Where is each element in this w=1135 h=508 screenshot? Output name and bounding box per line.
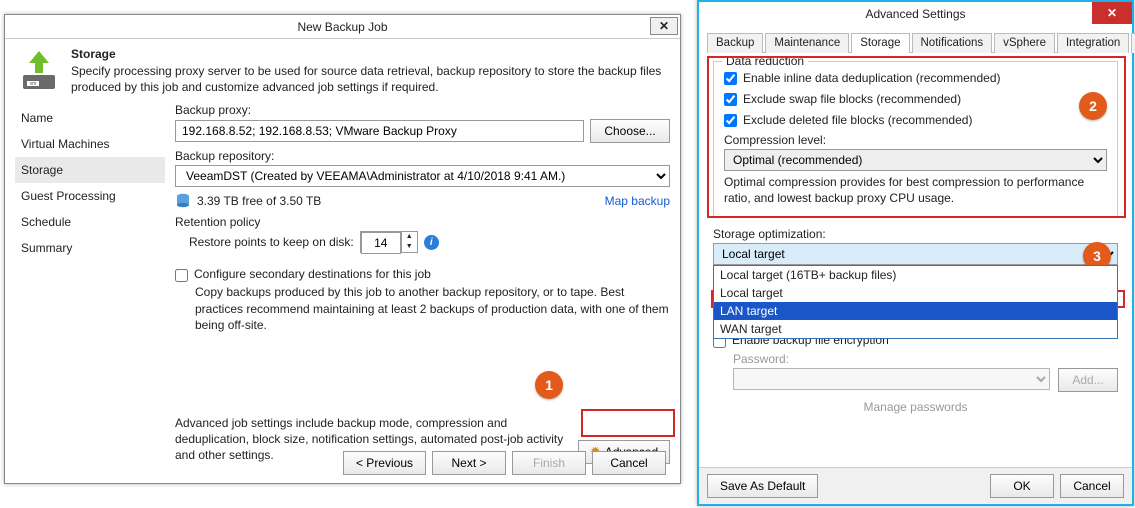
retention-label: Retention policy: [175, 215, 670, 229]
storage-opt-dropdown[interactable]: Local target Local target (16TB+ backup …: [713, 243, 1118, 265]
settings-tabs: BackupMaintenanceStorageNotificationsvSp…: [707, 32, 1124, 53]
next-button[interactable]: Next >: [432, 451, 506, 475]
backup-proxy-input[interactable]: [175, 120, 584, 142]
storage-panel: Data reduction Enable inline data dedupl…: [699, 53, 1132, 422]
close-button[interactable]: ✕: [1092, 2, 1132, 24]
tab-vsphere[interactable]: vSphere: [994, 33, 1055, 53]
storage-opt-option[interactable]: WAN target: [714, 320, 1117, 338]
finish-button[interactable]: Finish: [512, 451, 586, 475]
sidebar-item-name[interactable]: Name: [15, 105, 165, 131]
annotation-badge-1: 1: [535, 371, 563, 399]
wizard-sidebar: NameVirtual MachinesStorageGuest Process…: [15, 103, 165, 439]
tab-backup[interactable]: Backup: [707, 33, 763, 53]
backup-proxy-label: Backup proxy:: [175, 103, 670, 117]
backup-repo-select[interactable]: VeeamDST (Created by VEEAMA\Administrato…: [175, 165, 670, 187]
spinner-down-icon[interactable]: ▼: [402, 242, 417, 252]
wizard-footer: < Previous Next > Finish Cancel: [343, 451, 666, 475]
new-backup-job-window: New Backup Job ✕ vm Storage Specify proc…: [4, 14, 681, 484]
swap-checkbox[interactable]: [724, 93, 737, 106]
backup-repo-label: Backup repository:: [175, 149, 670, 163]
database-icon: [175, 193, 191, 209]
compression-select[interactable]: Optimal (recommended): [724, 149, 1107, 171]
close-button[interactable]: ✕: [650, 17, 678, 35]
password-label: Password:: [713, 352, 1118, 366]
titlebar: New Backup Job ✕: [5, 15, 680, 39]
compression-label: Compression level:: [724, 133, 1107, 147]
cancel-button[interactable]: Cancel: [592, 451, 666, 475]
restore-points-input[interactable]: ▲▼: [360, 231, 418, 253]
sidebar-item-storage[interactable]: Storage: [15, 157, 165, 183]
secondary-dest-checkbox[interactable]: [175, 269, 188, 282]
secondary-dest-label: Configure secondary destinations for thi…: [194, 267, 431, 281]
sidebar-item-summary[interactable]: Summary: [15, 235, 165, 261]
cancel-button[interactable]: Cancel: [1060, 474, 1124, 498]
sidebar-item-schedule[interactable]: Schedule: [15, 209, 165, 235]
add-password-button: Add...: [1058, 368, 1118, 392]
storage-form: Backup proxy: Choose... Backup repositor…: [165, 103, 670, 439]
sidebar-item-virtual-machines[interactable]: Virtual Machines: [15, 131, 165, 157]
page-title: Storage: [71, 47, 670, 61]
dialog-footer: Save As Default OK Cancel: [699, 467, 1132, 504]
window-title: New Backup Job: [297, 20, 387, 34]
svg-text:vm: vm: [30, 81, 37, 87]
swap-label: Exclude swap file blocks (recommended): [743, 92, 961, 106]
titlebar: Advanced Settings ✕: [699, 2, 1132, 26]
map-backup-link[interactable]: Map backup: [605, 194, 670, 208]
storage-opt-option[interactable]: Local target: [714, 284, 1117, 302]
previous-button[interactable]: < Previous: [343, 451, 426, 475]
data-reduction-group: Data reduction Enable inline data dedupl…: [713, 61, 1118, 217]
tab-integration[interactable]: Integration: [1057, 33, 1129, 53]
password-select: [733, 368, 1050, 390]
storage-wizard-icon: vm: [15, 47, 63, 95]
save-default-button[interactable]: Save As Default: [707, 474, 818, 498]
info-icon[interactable]: i: [424, 235, 439, 250]
annotation-badge-2: 2: [1079, 92, 1107, 120]
page-description: Specify processing proxy server to be us…: [71, 63, 670, 95]
storage-opt-select[interactable]: Local target: [713, 243, 1118, 265]
restore-points-label: Restore points to keep on disk:: [189, 235, 354, 249]
storage-opt-label: Storage optimization:: [713, 227, 1118, 241]
deleted-checkbox[interactable]: [724, 114, 737, 127]
ok-button[interactable]: OK: [990, 474, 1054, 498]
storage-opt-option[interactable]: Local target (16TB+ backup files): [714, 266, 1117, 284]
spinner-up-icon[interactable]: ▲: [402, 232, 417, 242]
tab-maintenance[interactable]: Maintenance: [765, 33, 849, 53]
dedup-label: Enable inline data deduplication (recomm…: [743, 71, 1001, 85]
tab-scripts[interactable]: Scripts: [1131, 33, 1135, 53]
header: vm Storage Specify processing proxy serv…: [5, 39, 680, 99]
dedup-checkbox[interactable]: [724, 72, 737, 85]
tab-notifications[interactable]: Notifications: [912, 33, 993, 53]
choose-button[interactable]: Choose...: [590, 119, 670, 143]
deleted-label: Exclude deleted file blocks (recommended…: [743, 113, 972, 127]
window-title: Advanced Settings: [865, 7, 965, 21]
restore-points-field[interactable]: [361, 232, 401, 254]
data-reduction-legend: Data reduction: [722, 54, 808, 68]
tab-storage[interactable]: Storage: [851, 33, 909, 53]
storage-opt-option[interactable]: LAN target: [714, 302, 1117, 320]
compression-desc: Optimal compression provides for best co…: [724, 175, 1107, 206]
sidebar-item-guest-processing[interactable]: Guest Processing: [15, 183, 165, 209]
free-space-label: 3.39 TB free of 3.50 TB: [197, 194, 599, 208]
manage-passwords-link: Manage passwords: [713, 400, 1118, 414]
storage-opt-list: Local target (16TB+ backup files)Local t…: [713, 265, 1118, 339]
advanced-settings-window: Advanced Settings ✕ BackupMaintenanceSto…: [697, 0, 1134, 506]
secondary-dest-desc: Copy backups produced by this job to ano…: [175, 284, 670, 333]
